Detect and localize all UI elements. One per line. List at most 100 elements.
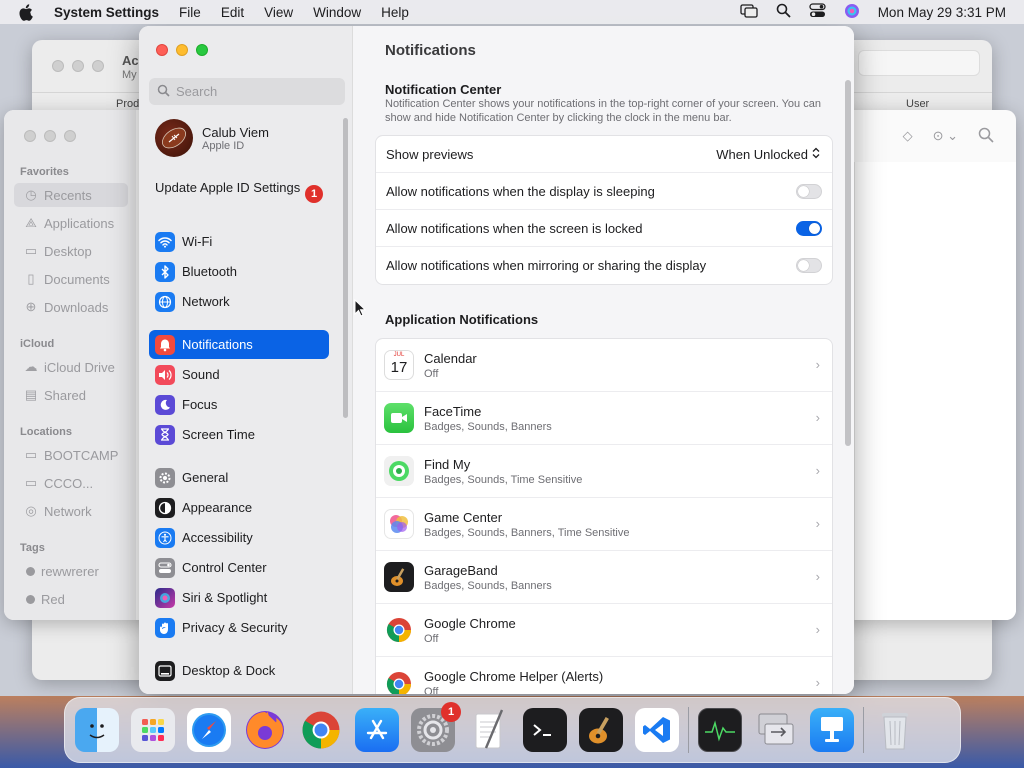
sidebar-item-notifications[interactable]: Notifications	[149, 330, 329, 359]
content-scrollbar[interactable]	[845, 80, 851, 446]
finder-item-ccco[interactable]: ▭ CCCO...	[14, 471, 124, 495]
firefox-dock-icon[interactable]	[243, 708, 287, 752]
finder-item-shared[interactable]: ▤ Shared	[14, 383, 124, 407]
sidebar-item-siri-spotlight[interactable]: Siri & Spotlight	[149, 583, 329, 612]
sidebar-item-appearance[interactable]: Appearance	[149, 493, 329, 522]
app-notification-summary: Badges, Sounds, Banners, Time Sensitive	[424, 526, 630, 539]
finder-item-recents[interactable]: ◷ Recents	[14, 183, 128, 207]
screen-mirroring-icon[interactable]	[740, 3, 758, 21]
app-row-findmy[interactable]: Find My Badges, Sounds, Time Sensitive ›	[376, 445, 832, 498]
siri-icon[interactable]	[844, 3, 860, 22]
tag-icon[interactable]: ◇	[903, 128, 913, 144]
finder-content[interactable]	[854, 162, 1016, 620]
app-row-gamecenter[interactable]: Game Center Badges, Sounds, Banners, Time…	[376, 498, 832, 551]
finder-item-network[interactable]: ◎ Network	[14, 499, 124, 523]
trash-dock-icon[interactable]	[873, 708, 917, 752]
finder-item-label: Network	[44, 503, 92, 519]
finder-tag-red[interactable]: Red	[14, 587, 124, 611]
minimize-button-inactive[interactable]	[72, 60, 84, 72]
finder-item-desktop[interactable]: ▭ Desktop	[14, 239, 124, 263]
sidebar-item-control-center[interactable]: Control Center	[149, 553, 329, 582]
sidebar-item-general[interactable]: General	[149, 463, 329, 492]
vscode-dock-icon[interactable]	[635, 708, 679, 752]
menu-window[interactable]: Window	[313, 5, 361, 20]
app-row-garageband[interactable]: GarageBand Badges, Sounds, Banners ›	[376, 551, 832, 604]
system-settings-dock-icon[interactable]: 1	[411, 702, 461, 752]
dock-separator	[863, 707, 864, 753]
finder-dock-icon[interactable]	[75, 708, 119, 752]
menu-help[interactable]: Help	[381, 5, 409, 20]
search-input[interactable]	[858, 50, 980, 76]
keynote-dock-icon[interactable]	[810, 708, 854, 752]
sidebar-item-desktop-dock[interactable]: Desktop & Dock	[149, 656, 329, 685]
sidebar-scrollbar[interactable]	[343, 118, 348, 418]
sidebar-item-accessibility[interactable]: Accessibility	[149, 523, 329, 552]
finder-item-documents[interactable]: ▯ Documents	[14, 267, 124, 291]
sidebar-item-network[interactable]: Network	[149, 287, 329, 316]
migration-assistant-dock-icon[interactable]	[754, 708, 798, 752]
launchpad-dock-icon[interactable]	[131, 708, 175, 752]
shared-folder-icon: ▤	[24, 387, 38, 402]
close-button-inactive[interactable]	[52, 60, 64, 72]
spotlight-search-icon[interactable]	[776, 3, 791, 21]
row-label: Allow notifications when the screen is l…	[386, 220, 643, 236]
app-store-dock-icon[interactable]	[355, 708, 399, 752]
control-center-icon[interactable]	[809, 3, 826, 21]
chrome-dock-icon[interactable]	[299, 708, 343, 752]
toggle-row-screen-locked: Allow notifications when the screen is l…	[376, 210, 832, 247]
sidebar-item-focus[interactable]: Focus	[149, 390, 329, 419]
toggle-row-display-sleeping: Allow notifications when the display is …	[376, 173, 832, 210]
finder-item-bootcamp[interactable]: ▭ BOOTCAMP	[14, 443, 124, 467]
garageband-dock-icon[interactable]	[579, 708, 623, 752]
mirroring-toggle[interactable]	[796, 258, 822, 273]
search-placeholder: Search	[176, 84, 218, 99]
textedit-dock-icon[interactable]	[467, 708, 511, 752]
show-previews-select[interactable]: When Unlocked	[716, 147, 820, 162]
appearance-icon	[155, 497, 175, 518]
menu-clock[interactable]: Mon May 29 3:31 PM	[878, 5, 1006, 20]
close-button-inactive[interactable]	[24, 130, 36, 142]
menu-view[interactable]: View	[264, 5, 293, 20]
zoom-button-inactive[interactable]	[64, 130, 76, 142]
safari-dock-icon[interactable]	[187, 708, 231, 752]
display-sleeping-toggle[interactable]	[796, 183, 822, 199]
sidebar-item-sound[interactable]: Sound	[149, 360, 329, 389]
finder-item-downloads[interactable]: ⊕ Downloads	[14, 295, 124, 319]
menu-app-name[interactable]: System Settings	[54, 5, 159, 20]
zoom-button-inactive[interactable]	[92, 60, 104, 72]
sidebar-item-privacy-security[interactable]: Privacy & Security	[149, 613, 329, 642]
finder-item-label: CCCO...	[44, 475, 94, 491]
minimize-button[interactable]	[176, 44, 188, 56]
search-input[interactable]: Search	[149, 78, 345, 105]
finder-tag-rewwrerer[interactable]: rewwrerer	[14, 559, 124, 583]
sidebar-item-screen-time[interactable]: Screen Time	[149, 420, 329, 449]
finder-item-label: Recents	[44, 187, 92, 203]
minimize-button-inactive[interactable]	[44, 130, 56, 142]
more-actions-icon[interactable]: ⊙ ⌄	[933, 128, 958, 144]
terminal-dock-icon[interactable]	[523, 708, 567, 752]
column-header[interactable]: Prod	[116, 98, 139, 110]
zoom-button[interactable]	[196, 44, 208, 56]
column-header[interactable]: User	[906, 98, 929, 110]
finder-item-label: Desktop	[44, 243, 92, 259]
menu-edit[interactable]: Edit	[221, 5, 244, 20]
activity-monitor-dock-icon[interactable]	[698, 708, 742, 752]
sidebar-item-wifi[interactable]: Wi-Fi	[149, 227, 329, 256]
search-icon[interactable]	[978, 127, 994, 146]
finder-toolbar: ◇ ⊙ ⌄	[846, 110, 1016, 162]
screen-locked-toggle[interactable]	[796, 220, 822, 236]
apple-menu-icon[interactable]	[18, 3, 36, 21]
section-title: Application Notifications	[385, 312, 539, 327]
finder-item-label: Shared	[44, 387, 86, 403]
app-row-facetime[interactable]: FaceTime Badges, Sounds, Banners ›	[376, 392, 832, 445]
app-row-google-chrome-helper[interactable]: Google Chrome Helper (Alerts) Off ›	[376, 657, 832, 694]
close-button[interactable]	[156, 44, 168, 56]
sidebar-item-bluetooth[interactable]: Bluetooth	[149, 257, 329, 286]
app-row-calendar[interactable]: JUL 17 Calendar Off ›	[376, 339, 832, 392]
menu-file[interactable]: File	[179, 5, 201, 20]
sidebar-item-label: Desktop & Dock	[182, 663, 276, 678]
finder-item-applications[interactable]: ⟁ Applications	[14, 211, 124, 235]
apple-id-profile[interactable]: Calub Viem Apple ID	[155, 119, 269, 157]
finder-item-icloud-drive[interactable]: ☁ iCloud Drive	[14, 355, 124, 379]
app-row-google-chrome[interactable]: Google Chrome Off ›	[376, 604, 832, 657]
